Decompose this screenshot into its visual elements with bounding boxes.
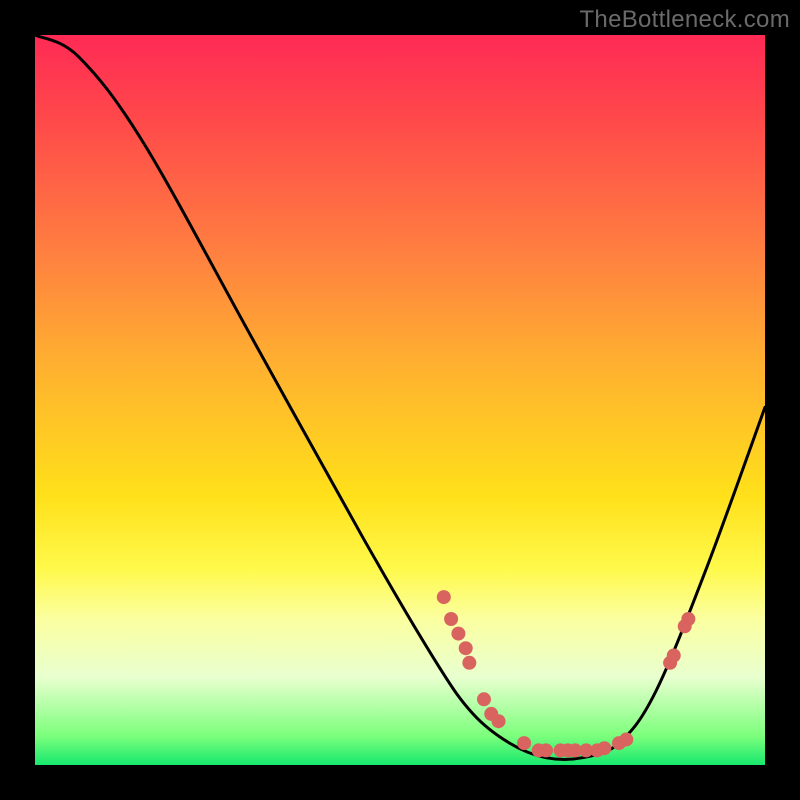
data-point [451, 627, 465, 641]
data-point [462, 656, 476, 670]
watermark-text: TheBottleneck.com [579, 6, 790, 34]
data-point [444, 612, 458, 626]
data-point [667, 649, 681, 663]
data-point [681, 612, 695, 626]
data-point-markers [437, 590, 696, 757]
bottleneck-curve [35, 35, 765, 760]
chart-frame: TheBottleneck.com [0, 0, 800, 800]
data-point [539, 743, 553, 757]
data-point [459, 641, 473, 655]
data-point [477, 692, 491, 706]
data-point [492, 714, 506, 728]
data-point [597, 741, 611, 755]
plot-area [35, 35, 765, 765]
data-point [619, 732, 633, 746]
chart-svg [35, 35, 765, 765]
data-point [437, 590, 451, 604]
data-point [517, 736, 531, 750]
